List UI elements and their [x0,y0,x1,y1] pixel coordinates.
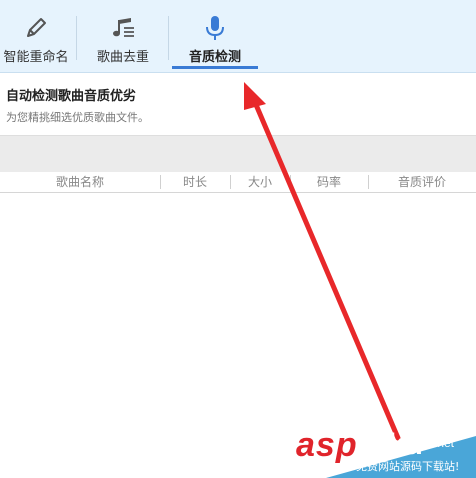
tab-divider [76,16,77,60]
microphone-icon [206,16,224,40]
table-header: 歌曲名称 时长 大小 码率 音质评价 [0,172,476,193]
watermark-logo: asp ku .net 免费网站源码下载站! [296,422,476,478]
panel-subtitle: 为您精挑细选优质歌曲文件。 [6,111,149,124]
panel-title: 自动检测歌曲音质优劣 [6,89,137,104]
column-header-size[interactable]: 大小 [230,172,290,192]
info-panel: 自动检测歌曲音质优劣 为您精挑细选优质歌曲文件。 [0,73,476,135]
toolbar: 智能重命名 歌曲去重 音质检测 [0,0,476,73]
watermark-domain: .net [434,436,455,450]
tab-label: 歌曲去重 [96,50,149,65]
watermark-brand-b: ku [388,428,424,461]
column-header-song-name[interactable]: 歌曲名称 [0,172,160,192]
column-header-duration[interactable]: 时长 [160,172,230,192]
tab-quality-check[interactable]: 音质检测 [172,0,258,72]
music-list-icon [113,18,134,37]
column-header-bitrate[interactable]: 码率 [290,172,368,192]
tab-smart-rename[interactable]: 智能重命名 [0,0,72,72]
tab-label: 音质检测 [188,50,241,65]
tab-divider [168,16,169,60]
active-tab-indicator [172,66,258,69]
column-header-quality[interactable]: 音质评价 [368,172,476,192]
tab-label: 智能重命名 [3,50,69,65]
watermark-brand-a: asp [296,426,358,464]
pencil-icon [27,18,46,37]
watermark-caption: 免费网站源码下载站! [356,460,460,473]
tab-dedupe[interactable]: 歌曲去重 [84,0,162,72]
action-bar [0,135,476,173]
